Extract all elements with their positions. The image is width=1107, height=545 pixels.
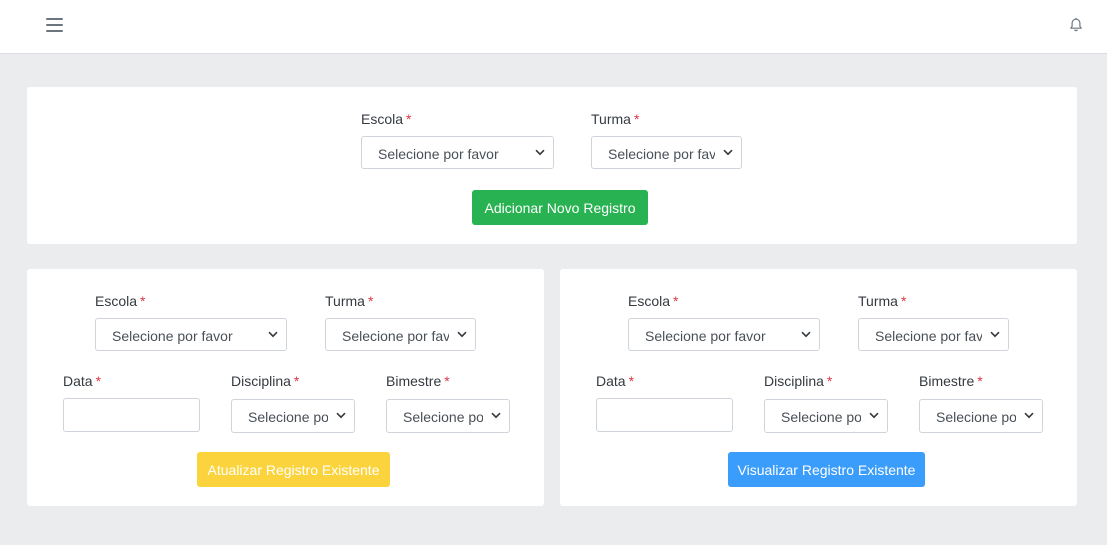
required-marker: * bbox=[367, 293, 374, 309]
chevron-down-icon bbox=[715, 137, 741, 168]
chevron-down-icon bbox=[328, 400, 354, 431]
escola-label: Escola * bbox=[95, 293, 146, 309]
data-label: Data * bbox=[63, 373, 102, 389]
required-marker: * bbox=[900, 293, 907, 309]
view-record-card: Escola * Selecione por favor Turma * Selec… bbox=[560, 269, 1077, 506]
turma-select[interactable]: Selecione por favor bbox=[591, 136, 742, 169]
turma-select[interactable]: Selecione por favor bbox=[325, 318, 476, 351]
turma-label: Turma * bbox=[858, 293, 907, 309]
bimestre-label: Bimestre * bbox=[386, 373, 450, 389]
bimestre-select[interactable]: Selecione por favor bbox=[386, 399, 510, 433]
escola-select-value: Selecione por favor bbox=[645, 328, 766, 344]
data-label: Data * bbox=[596, 373, 635, 389]
turma-label: Turma * bbox=[591, 111, 640, 127]
required-marker: * bbox=[406, 111, 412, 127]
chevron-down-icon bbox=[982, 319, 1008, 350]
bimestre-select[interactable]: Selecione por favor bbox=[919, 399, 1043, 433]
required-marker: * bbox=[444, 373, 450, 389]
chevron-down-icon bbox=[527, 137, 553, 168]
chevron-down-icon bbox=[793, 319, 819, 350]
add-record-button[interactable]: Adicionar Novo Registro bbox=[472, 190, 648, 225]
data-input[interactable] bbox=[596, 398, 733, 432]
data-input[interactable] bbox=[63, 398, 200, 432]
required-marker: * bbox=[977, 373, 983, 389]
disciplina-label: Disciplina * bbox=[231, 373, 300, 389]
update-record-card: Escola * Selecione por favor Turma * Selec… bbox=[27, 269, 544, 506]
chevron-down-icon bbox=[260, 319, 286, 350]
chevron-down-icon bbox=[483, 400, 509, 431]
disciplina-label: Disciplina * bbox=[764, 373, 833, 389]
escola-select[interactable]: Selecione por favor bbox=[361, 136, 554, 169]
turma-label: Turma * bbox=[325, 293, 374, 309]
escola-label: Escola * bbox=[361, 111, 412, 127]
escola-label: Escola * bbox=[628, 293, 679, 309]
hamburger-icon[interactable] bbox=[46, 18, 63, 33]
disciplina-select[interactable]: Selecione por favor bbox=[764, 399, 888, 433]
escola-select[interactable]: Selecione por favor bbox=[628, 318, 820, 351]
turma-select[interactable]: Selecione por favor bbox=[858, 318, 1009, 351]
required-marker: * bbox=[673, 293, 679, 309]
required-marker: * bbox=[826, 373, 833, 389]
update-record-button[interactable]: Atualizar Registro Existente bbox=[197, 452, 390, 487]
required-marker: * bbox=[628, 373, 635, 389]
required-marker: * bbox=[633, 111, 640, 127]
bimestre-label: Bimestre * bbox=[919, 373, 983, 389]
chevron-down-icon bbox=[861, 400, 887, 431]
add-record-card: Escola * Selecione por favor Turma * Selec… bbox=[27, 87, 1077, 244]
escola-select-value: Selecione por favor bbox=[112, 328, 233, 344]
required-marker: * bbox=[293, 373, 300, 389]
required-marker: * bbox=[140, 293, 146, 309]
turma-select-value: Selecione por favor bbox=[608, 146, 729, 162]
escola-select-value: Selecione por favor bbox=[378, 146, 499, 162]
view-record-button[interactable]: Visualizar Registro Existente bbox=[728, 452, 925, 487]
chevron-down-icon bbox=[449, 319, 475, 350]
turma-select-value: Selecione por favor bbox=[875, 328, 996, 344]
top-navbar bbox=[0, 0, 1107, 54]
turma-select-value: Selecione por favor bbox=[342, 328, 463, 344]
escola-select[interactable]: Selecione por favor bbox=[95, 318, 287, 351]
chevron-down-icon bbox=[1016, 400, 1042, 431]
disciplina-select[interactable]: Selecione por favor bbox=[231, 399, 355, 433]
required-marker: * bbox=[95, 373, 102, 389]
bell-icon[interactable] bbox=[1068, 17, 1084, 38]
